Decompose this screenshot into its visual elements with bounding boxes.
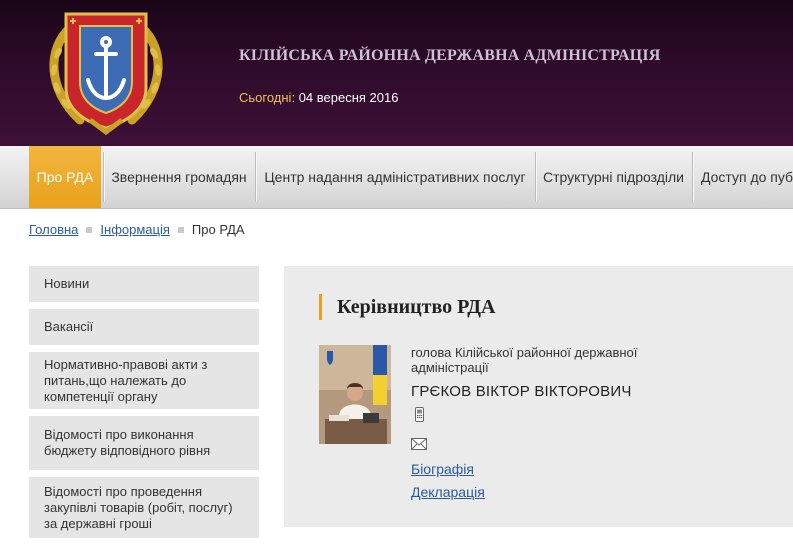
sidebar-item-legal-acts[interactable]: Нормативно-правові акти з питань,що нале… <box>29 352 259 410</box>
site-header: КІЛІЙСЬКА РАЙОННА ДЕРЖАВНА АДМІНІСТРАЦІЯ… <box>0 0 793 146</box>
phone-icon <box>415 407 424 422</box>
person-name: ГРЄКОВ ВІКТОР ВІКТОРОВИЧ <box>411 383 632 400</box>
breadcrumb-separator <box>177 226 184 233</box>
nav-item-admin-services[interactable]: Центр надання адміністративних послуг <box>256 146 534 208</box>
main-nav: Про РДА Звернення громадян Центр надання… <box>0 146 793 209</box>
main-content: Керівництво РДА голова Кілійської районн… <box>284 266 793 527</box>
today-value: 04 вересня 2016 <box>298 90 399 105</box>
breadcrumb: Головна Інформація Про РДА <box>29 222 245 237</box>
emblem-icon[interactable] <box>40 8 172 136</box>
nav-item-appeals[interactable]: Звернення громадян <box>104 146 254 208</box>
sidebar-item-budget[interactable]: Відомості про виконання бюджету відповід… <box>29 416 259 471</box>
person-photo <box>319 345 391 444</box>
sidebar-item-vacancies[interactable]: Вакансії <box>29 309 259 346</box>
breadcrumb-home-link[interactable]: Головна <box>29 222 78 237</box>
site-title: КІЛІЙСЬКА РАЙОННА ДЕРЖАВНА АДМІНІСТРАЦІЯ <box>239 47 661 64</box>
current-date: Сьогодні: 04 вересня 2016 <box>239 90 398 105</box>
nav-item-about[interactable]: Про РДА <box>29 146 101 208</box>
biography-link[interactable]: Біографія <box>411 461 474 477</box>
mail-icon[interactable] <box>411 438 427 450</box>
declaration-link[interactable]: Декларація <box>411 484 485 500</box>
page-title: Керівництво РДА <box>319 294 495 320</box>
sidebar-item-procurement[interactable]: Відомості про проведення закупівлі товар… <box>29 477 259 539</box>
nav-item-departments[interactable]: Структурні підрозділи <box>536 146 691 208</box>
sidebar-item-news[interactable]: Новини <box>29 266 259 303</box>
today-label: Сьогодні: <box>239 90 296 105</box>
breadcrumb-separator <box>86 226 93 233</box>
person-position: голова Кілійської районної державної адм… <box>411 345 638 375</box>
breadcrumb-current: Про РДА <box>191 222 245 237</box>
breadcrumb-info-link[interactable]: Інформація <box>100 222 170 237</box>
sidebar: Новини Вакансії Нормативно-правові акти … <box>29 266 259 545</box>
nav-item-public-access[interactable]: Доступ до пуб <box>693 146 793 208</box>
